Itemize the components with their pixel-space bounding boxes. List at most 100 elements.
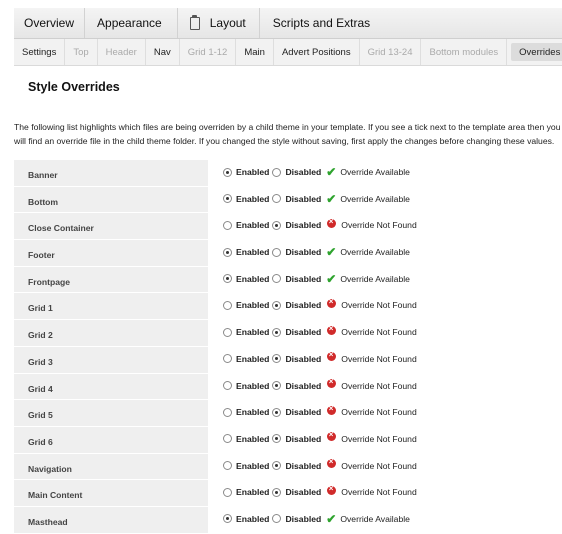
disabled-radio[interactable] (272, 487, 282, 497)
enabled-label: Enabled (236, 487, 270, 498)
checkmark-icon: ✔ (326, 245, 337, 260)
override-row: Grid 1 Enabled Disabled Override Not Found (14, 293, 562, 321)
disabled-radio[interactable] (272, 354, 282, 364)
disabled-radio[interactable] (272, 434, 282, 444)
enabled-label: Enabled (236, 193, 270, 204)
row-label-masthead: Masthead (28, 516, 68, 527)
override-options: Enabled Disabled Override Not Found (223, 404, 417, 419)
override-row: Grid 5 Enabled Disabled Override Not Found (14, 400, 562, 427)
error-icon (327, 430, 337, 442)
disabled-radio[interactable] (272, 300, 282, 310)
tab-top[interactable]: Top (65, 39, 98, 65)
disabled-radio[interactable] (272, 327, 282, 337)
enabled-radio[interactable] (223, 327, 232, 337)
disabled-radio[interactable] (272, 274, 282, 284)
disabled-radio[interactable] (272, 220, 282, 230)
row-label-footer: Footer (28, 250, 55, 261)
top-strip (0, 0, 562, 8)
tab-overrides[interactable]: Overrides (511, 43, 562, 61)
nav-appearance[interactable]: Appearance (85, 8, 178, 38)
page-description: The following list highlights which file… (14, 122, 561, 146)
row-label-main-content: Main Content (28, 490, 83, 501)
override-options: Enabled Disabled ✔ Override Available (223, 245, 410, 259)
nav-label: Overview (24, 16, 75, 30)
enabled-radio[interactable] (223, 407, 232, 417)
enabled-radio[interactable] (223, 220, 232, 230)
disabled-label: Disabled (285, 407, 322, 418)
override-row: Grid 2 Enabled Disabled Override Not Found (14, 320, 562, 347)
tab-grid-13-24[interactable]: Grid 13-24 (360, 39, 422, 65)
disabled-label: Disabled (285, 380, 322, 391)
status-text: Override Not Found (341, 433, 417, 444)
status-text: Override Not Found (341, 380, 417, 391)
nav-overview[interactable]: Overview (14, 8, 86, 38)
enabled-radio[interactable] (223, 194, 232, 204)
enabled-label: Enabled (236, 273, 270, 284)
enabled-radio[interactable] (223, 354, 232, 364)
tab-advert-positions[interactable]: Advert Positions (274, 39, 360, 65)
row-label-cell: Close Container (14, 213, 208, 241)
enabled-label: Enabled (236, 247, 270, 258)
status-text: Override Not Found (341, 327, 417, 338)
checkmark-icon: ✔ (326, 191, 337, 206)
nav-layout[interactable]: Layout (178, 8, 260, 38)
enabled-radio[interactable] (223, 434, 232, 444)
override-options: Enabled Disabled Override Not Found (223, 484, 417, 499)
row-label-cell: Grid 4 (14, 373, 208, 401)
disabled-radio[interactable] (272, 167, 282, 177)
override-options: Enabled Disabled ✔ Override Available (223, 165, 410, 179)
override-row: Main Content Enabled Disabled Override Not … (14, 480, 562, 507)
override-row: Footer Enabled Disabled ✔ Override Available (14, 240, 562, 267)
enabled-label: Enabled (236, 380, 270, 391)
error-icon (327, 324, 337, 335)
tab-grid-1-12[interactable]: Grid 1-12 (180, 39, 237, 65)
page-title: Style Overrides (28, 80, 120, 94)
row-label-bottom: Bottom (28, 196, 59, 207)
enabled-label: Enabled (236, 407, 270, 418)
enabled-radio[interactable] (223, 274, 232, 284)
enabled-label: Enabled (236, 433, 270, 444)
override-row: Grid 4 Enabled Disabled Override Not Found (14, 373, 562, 401)
tab-main[interactable]: Main (236, 39, 274, 65)
enabled-radio[interactable] (223, 461, 232, 471)
enabled-radio[interactable] (223, 167, 232, 177)
disabled-radio[interactable] (272, 381, 282, 390)
override-row: Banner Enabled Disabled ✔ Override Available (14, 160, 562, 187)
enabled-label: Enabled (236, 220, 270, 231)
row-label-grid-5: Grid 5 (28, 410, 53, 421)
override-row: Bottom Enabled Disabled ✔ Override Available (14, 186, 562, 214)
tab-settings[interactable]: Settings (14, 39, 66, 65)
disabled-radio[interactable] (272, 407, 282, 417)
row-label-cell: Main Content (14, 480, 208, 507)
row-label-cell: Grid 3 (14, 346, 208, 374)
row-label-banner: Banner (28, 170, 58, 180)
row-label-cell: Grid 6 (14, 426, 208, 454)
override-options: Enabled Disabled Override Not Found (223, 217, 417, 232)
nav-label: Appearance (97, 16, 162, 30)
enabled-radio[interactable] (223, 381, 232, 390)
row-label-cell: Frontpage (14, 266, 208, 294)
status-text: Override Not Found (341, 407, 417, 418)
row-label-close-container: Close Container (28, 223, 94, 234)
row-label-navigation: Navigation (28, 463, 72, 474)
nav-scripts-and-extras[interactable]: Scripts and Extras (260, 8, 380, 38)
enabled-radio[interactable] (223, 487, 232, 497)
enabled-label: Enabled (236, 460, 270, 471)
row-label-cell: Grid 1 (14, 293, 208, 321)
disabled-label: Disabled (285, 353, 322, 364)
tab-header[interactable]: Header (98, 39, 146, 65)
disabled-radio[interactable] (272, 247, 282, 257)
row-label-grid-1: Grid 1 (28, 303, 53, 314)
error-icon (327, 484, 337, 495)
tab-nav[interactable]: Nav (146, 39, 180, 65)
sub-nav: Settings Top Header Nav Grid 1-12 Main A… (14, 39, 562, 66)
enabled-radio[interactable] (223, 247, 232, 257)
override-options: Enabled Disabled Override Not Found (223, 324, 417, 339)
disabled-label: Disabled (285, 220, 322, 231)
disabled-radio[interactable] (272, 194, 282, 204)
disabled-radio[interactable] (272, 461, 282, 471)
override-row: Navigation Enabled Disabled Override Not Fo… (14, 453, 562, 481)
tab-bottom-modules[interactable]: Bottom modules (421, 39, 508, 65)
enabled-radio[interactable] (223, 300, 232, 310)
status-text: Override Available (340, 167, 410, 177)
